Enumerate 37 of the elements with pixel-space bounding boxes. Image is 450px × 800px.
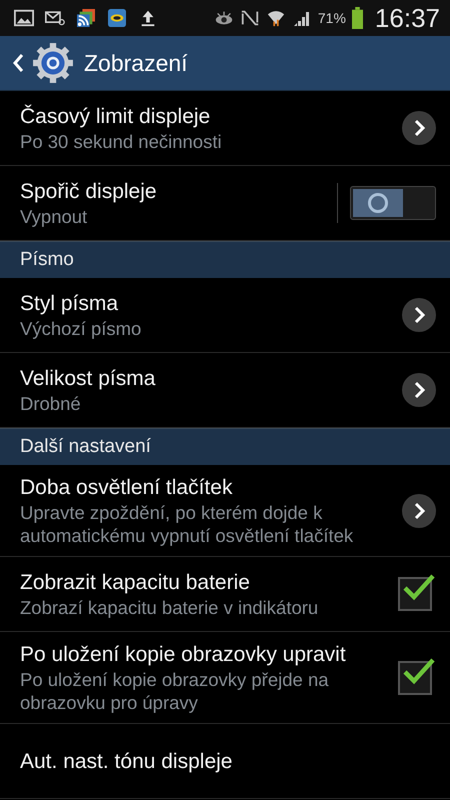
setting-title[interactable]: Velikost písma bbox=[20, 365, 402, 392]
picture-icon bbox=[14, 9, 34, 27]
signal-icon bbox=[292, 9, 312, 27]
gear-icon bbox=[32, 42, 74, 84]
app-icon bbox=[107, 9, 127, 27]
setting-summary: Po 30 sekund nečinnosti bbox=[20, 130, 223, 153]
setting-title[interactable]: Po uložení kopie obrazovky upravit bbox=[20, 641, 398, 668]
chevron-icon[interactable] bbox=[402, 298, 436, 332]
setting-title[interactable]: Doba osvětlení tlačítek bbox=[20, 474, 402, 501]
toggle-switch[interactable] bbox=[350, 186, 436, 220]
chevron-icon[interactable] bbox=[402, 373, 436, 407]
setting-title[interactable]: Spořič displeje bbox=[20, 178, 337, 205]
checkbox[interactable] bbox=[398, 577, 432, 611]
setting-summary: Po uložení kopie obrazovky přejde na obrazovku pro úpravy bbox=[20, 668, 330, 714]
setting-title[interactable]: Časový limit displeje bbox=[20, 103, 402, 130]
setting-summary: Drobné bbox=[20, 392, 82, 415]
battery-icon bbox=[352, 7, 363, 29]
setting-summary: Upravte zpoždění, po kterém dojde k automatickému vypnutí osvětlení tlačítek bbox=[20, 501, 354, 547]
section-header: Další nastavení bbox=[0, 428, 450, 465]
setting-title[interactable]: Styl písma bbox=[20, 290, 402, 317]
chevron-icon[interactable] bbox=[402, 111, 436, 145]
section-header: Písmo bbox=[0, 241, 450, 278]
setting-summary: Výchozí písmo bbox=[20, 317, 142, 340]
setting-title[interactable]: Zobrazit kapacitu baterie bbox=[20, 569, 398, 596]
checkbox[interactable] bbox=[398, 660, 432, 694]
chevron-icon[interactable] bbox=[402, 494, 436, 528]
rss-icon bbox=[76, 9, 96, 27]
setting-summary: Zobrazí kapacitu baterie v indikátoru bbox=[20, 596, 320, 619]
battery-percent: 71% bbox=[318, 10, 346, 26]
email-icon bbox=[45, 9, 65, 27]
clock: 16:37 bbox=[374, 2, 440, 34]
setting-summary: Vypnout bbox=[20, 205, 88, 228]
eye-icon bbox=[214, 9, 234, 27]
wifi-icon bbox=[266, 9, 286, 27]
screen-title: Zobrazení bbox=[84, 50, 188, 76]
back-icon[interactable] bbox=[12, 53, 24, 73]
setting-title[interactable]: Aut. nast. tónu displeje bbox=[20, 748, 436, 774]
